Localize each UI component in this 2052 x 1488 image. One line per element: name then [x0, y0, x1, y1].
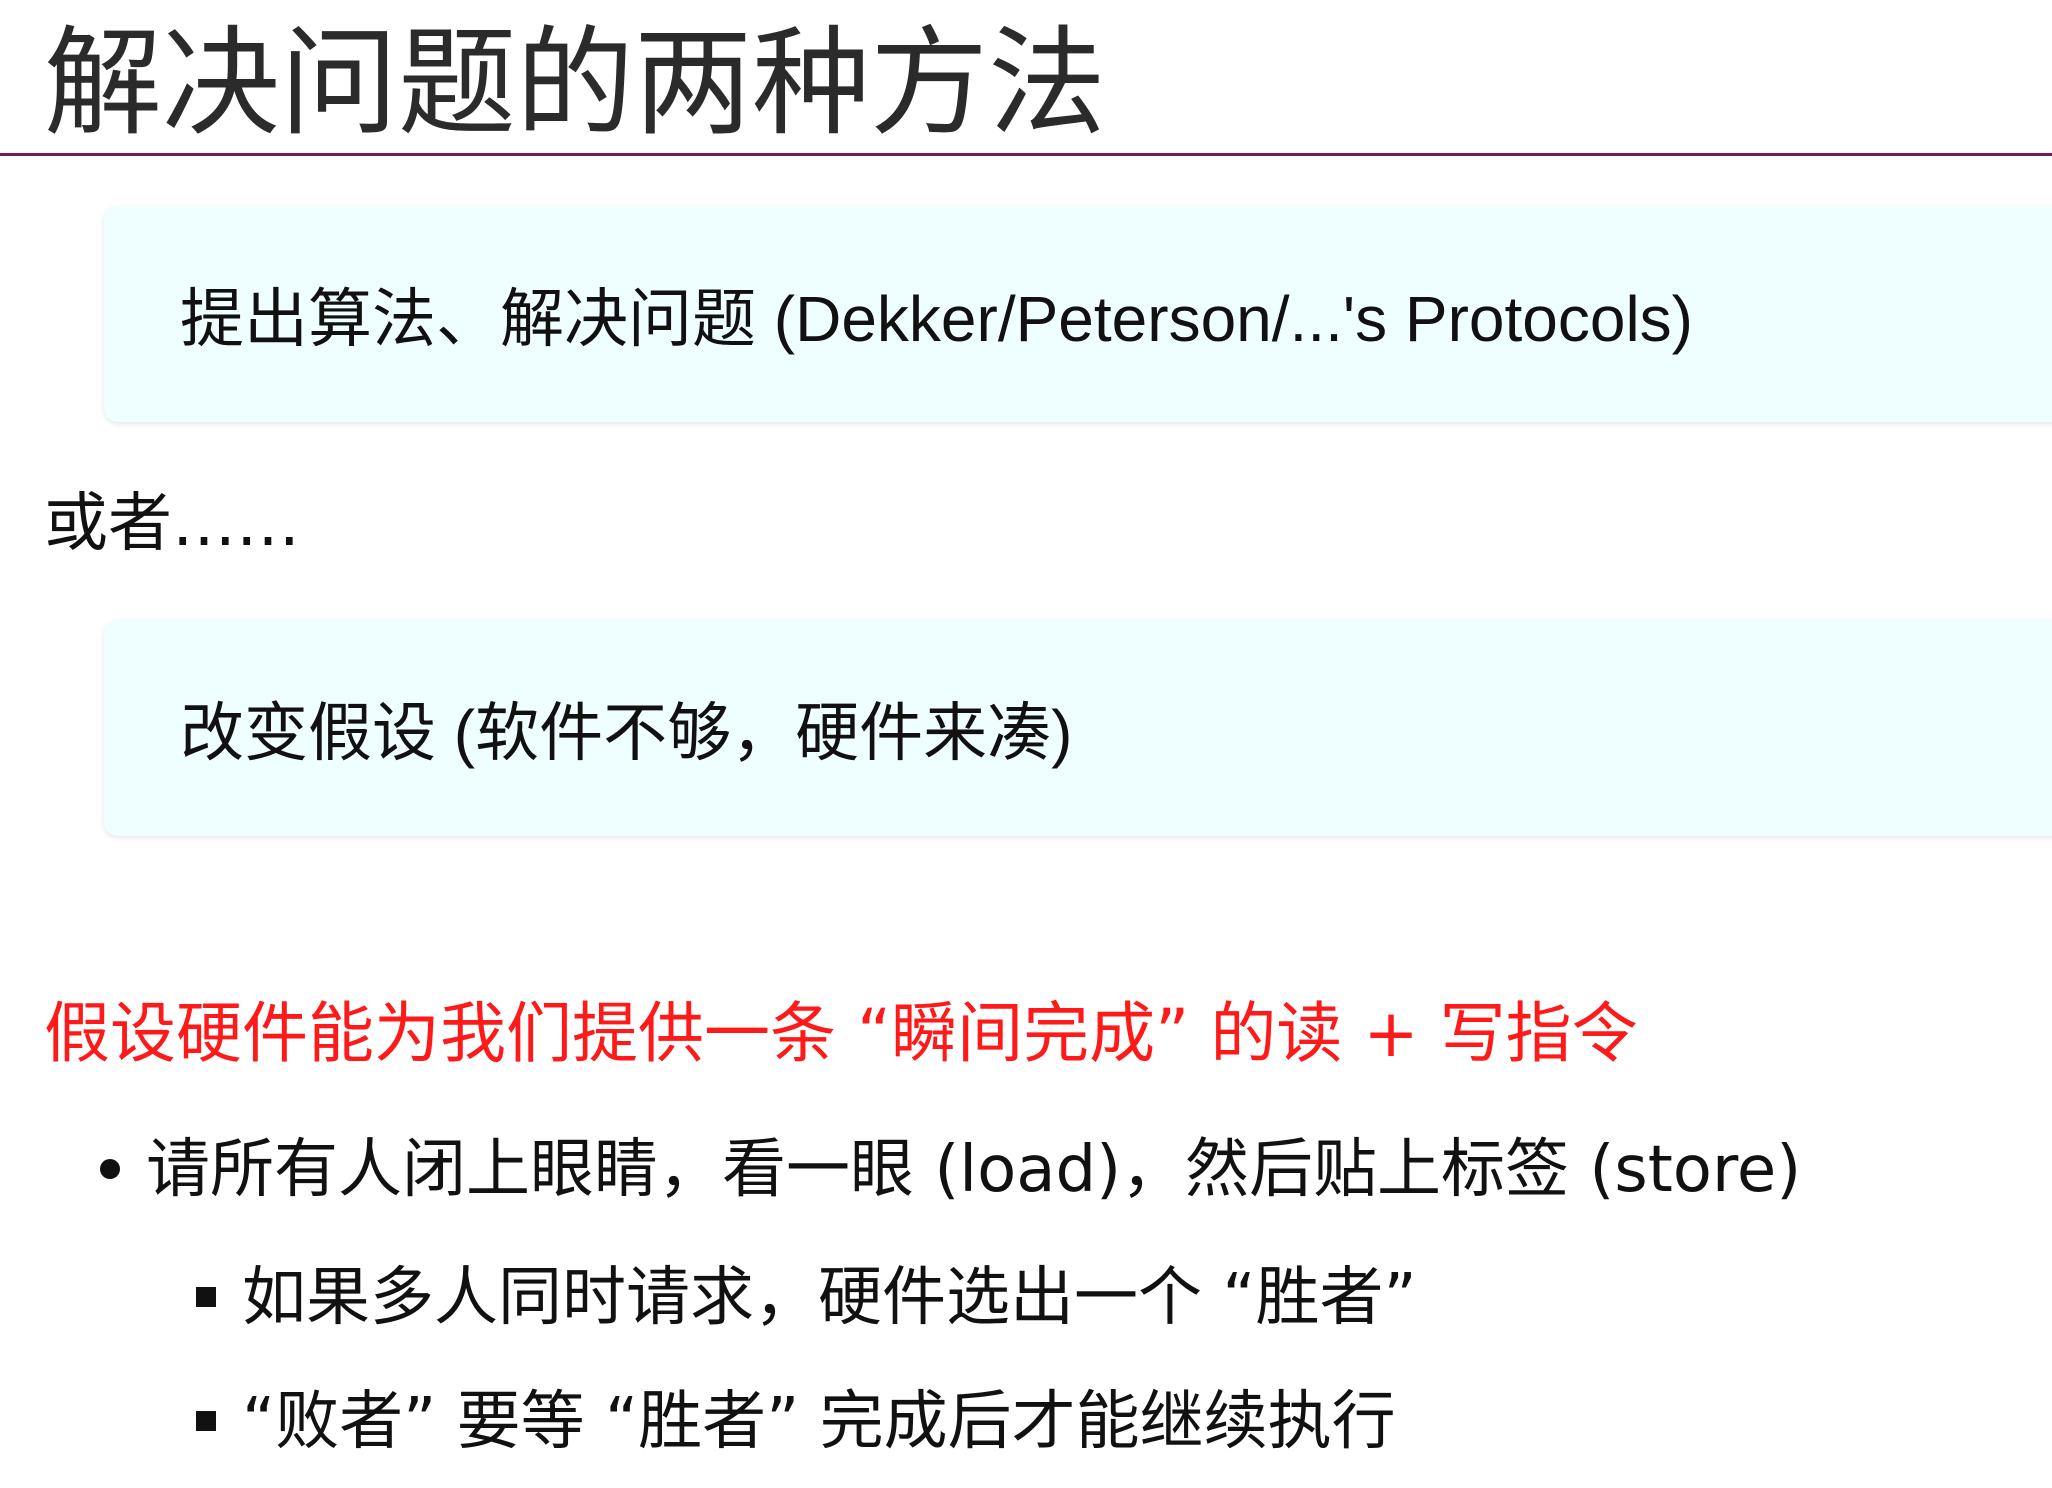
callout-paren-open: ( [436, 697, 476, 769]
bullet-square-icon [196, 1287, 216, 1308]
callout-part2: 软件不够，硬件来凑 [475, 697, 1052, 771]
callout-cn-text: 提出算法、解决问题 [180, 283, 756, 357]
slide-title: 解决问题的两种方法 [44, 14, 1107, 152]
title-divider [0, 153, 2052, 156]
bullet-square-icon [196, 1411, 216, 1432]
callout-paren-close: ) [1051, 697, 1073, 769]
bullet-item-level1: 请所有人闭上眼睛，看一眼 (load)，然后贴上标签 (store) [100, 1130, 1801, 1210]
bullet-text: 请所有人闭上眼睛，看一眼 (load)，然后贴上标签 (store) [146, 1133, 1802, 1207]
bullet-item-level2: 如果多人同时请求，硬件选出一个 “胜者” [196, 1258, 1417, 1338]
bullet-dot-icon [100, 1159, 120, 1180]
callout-text-hardware: 改变假设 (软件不够，硬件来凑) [180, 682, 1072, 774]
bullet-text: 如果多人同时请求，硬件选出一个 “胜者” [242, 1261, 1417, 1335]
highlight-statement: 假设硬件能为我们提供一条 “瞬间完成” 的读 + 写指令 [44, 995, 1638, 1072]
callout-latin-text: (Dekker/Peterson/...'s Protocols) [756, 283, 1693, 355]
callout-box-hardware: 改变假设 (软件不够，硬件来凑) [104, 620, 2052, 836]
callout-part1: 改变假设 [180, 697, 436, 771]
bullet-text: “败者” 要等 “胜者” 完成后才能继续执行 [242, 1385, 1396, 1459]
callout-box-algorithm: 提出算法、解决问题 (Dekker/Peterson/...'s Protoco… [104, 206, 2052, 422]
connector-text: 或者…… [44, 487, 300, 561]
bullet-item-level2: “败者” 要等 “胜者” 完成后才能继续执行 [196, 1382, 1396, 1462]
callout-text-algorithm: 提出算法、解决问题 (Dekker/Peterson/...'s Protoco… [180, 268, 1693, 360]
